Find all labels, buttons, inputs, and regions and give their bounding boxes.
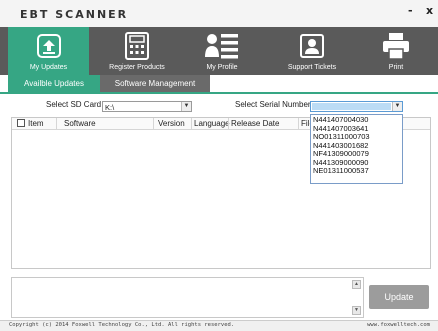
toolbar-my-profile[interactable]: My Profile: [180, 27, 264, 75]
tab-software-management[interactable]: Software Management: [100, 75, 210, 92]
toolbar-support-tickets[interactable]: Support Tickets: [268, 27, 356, 75]
serial-number-select[interactable]: ▼: [310, 101, 403, 112]
sub-tabs: Availble Updates Software Management: [0, 75, 438, 92]
column-header-software[interactable]: Software: [64, 119, 96, 128]
toolbar-register-products[interactable]: Register Products: [96, 27, 178, 75]
contact-icon: [294, 31, 330, 61]
scroll-up-icon[interactable]: ▲: [352, 280, 361, 289]
toolbar-label: Print: [388, 64, 404, 71]
main-toolbar: My Updates Register Products My Profile …: [0, 27, 438, 75]
serial-option[interactable]: NE01311000537: [311, 166, 402, 176]
log-textarea[interactable]: ▲ ▼: [11, 277, 364, 318]
close-button[interactable]: x: [426, 4, 433, 17]
column-divider: [228, 118, 229, 129]
calculator-icon: [119, 31, 155, 61]
checkbox[interactable]: [17, 119, 25, 127]
serial-number-dropdown: N441407004030 N441407003641 NO0131100070…: [310, 114, 403, 184]
toolbar-label: Register Products: [109, 64, 165, 71]
app-window: EBT SCANNER - x My Updates Register Prod…: [0, 0, 438, 331]
title-bar: EBT SCANNER - x: [0, 0, 438, 27]
sd-card-value: K:\: [105, 103, 115, 112]
scroll-down-icon[interactable]: ▼: [352, 306, 361, 315]
chevron-down-icon[interactable]: ▼: [392, 102, 402, 111]
select-all-column[interactable]: Item: [17, 119, 44, 128]
toolbar-print[interactable]: Print: [358, 27, 434, 75]
minimize-button[interactable]: -: [408, 4, 413, 17]
copyright-text: Copyright (c) 2014 Foxwell Technology Co…: [9, 322, 235, 328]
selection-highlight: [312, 103, 391, 110]
column-divider: [191, 118, 192, 129]
column-header-language[interactable]: Language: [194, 119, 230, 128]
toolbar-label: My Updates: [29, 64, 68, 71]
tab-available-updates[interactable]: Availble Updates: [8, 75, 100, 92]
column-header-release-date[interactable]: Release Date: [231, 119, 279, 128]
sd-card-label: Select SD Card: [46, 100, 102, 109]
update-button[interactable]: Update: [369, 285, 429, 309]
column-divider: [298, 118, 299, 129]
chevron-down-icon[interactable]: ▼: [181, 102, 191, 111]
upload-box-icon: [31, 31, 67, 61]
printer-icon: [378, 31, 414, 61]
website-link[interactable]: www.foxwelltech.com: [367, 322, 430, 328]
column-header-item: Item: [28, 119, 44, 128]
status-bar: Copyright (c) 2014 Foxwell Technology Co…: [0, 320, 438, 331]
toolbar-label: Support Tickets: [287, 64, 337, 71]
sd-card-select[interactable]: K:\ ▼: [102, 101, 192, 112]
app-title: EBT SCANNER: [20, 8, 129, 21]
profile-icon: [204, 31, 240, 61]
toolbar-my-updates[interactable]: My Updates: [8, 27, 89, 75]
toolbar-label: My Profile: [206, 64, 238, 71]
column-header-version[interactable]: Version: [158, 119, 185, 128]
tab-underline: [0, 92, 438, 94]
serial-number-label: Select Serial Number: [235, 100, 311, 109]
column-divider: [153, 118, 154, 129]
column-divider: [56, 118, 57, 129]
